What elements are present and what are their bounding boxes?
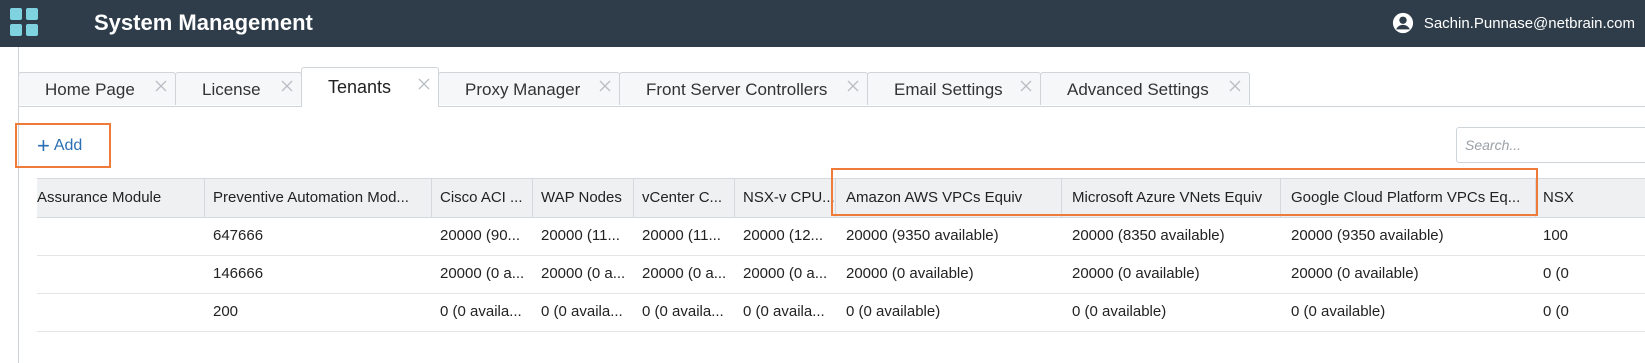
tab-license[interactable]: License bbox=[175, 72, 302, 105]
table-cell: 647666 bbox=[213, 227, 264, 244]
column-header[interactable]: WAP Nodes bbox=[533, 179, 634, 217]
add-button[interactable]: + Add bbox=[15, 123, 111, 168]
column-header[interactable]: Amazon AWS VPCs Equiv bbox=[836, 179, 1062, 217]
table-cell: 0 (0 availa... bbox=[743, 303, 825, 320]
table-cell bbox=[37, 217, 205, 255]
table-cell: 20000 (9350 available) bbox=[846, 227, 999, 244]
table-cell: 20000 (0 available) bbox=[1072, 265, 1200, 282]
user-circle-icon bbox=[1392, 12, 1413, 34]
close-icon[interactable] bbox=[416, 76, 432, 92]
table-cell: 20000 (0 a... bbox=[642, 265, 727, 282]
table-cell: 20000 (0 a... bbox=[743, 265, 828, 282]
plus-icon: + bbox=[37, 132, 50, 158]
user-menu[interactable]: Sachin.Punnase@netbrain.com bbox=[1392, 11, 1635, 35]
table-cell: 0 (0 bbox=[1543, 303, 1569, 320]
close-icon[interactable] bbox=[845, 78, 861, 94]
table-cell: 20000 (0 available) bbox=[1291, 265, 1419, 282]
column-header[interactable]: vCenter C... bbox=[634, 179, 735, 217]
table-cell: 20000 (9350 available) bbox=[1291, 227, 1444, 244]
close-icon[interactable] bbox=[153, 78, 169, 94]
table-cell: 146666 bbox=[213, 265, 264, 282]
tab-label: Home Page bbox=[45, 80, 135, 99]
table-cell: 20000 (0 a... bbox=[440, 265, 525, 282]
table-cell: 20000 (90... bbox=[440, 227, 521, 244]
table-cell: 0 (0 bbox=[1543, 265, 1569, 282]
table-cell: 0 (0 availa... bbox=[642, 303, 724, 320]
search-input[interactable]: Search... bbox=[1456, 127, 1645, 163]
table-cell: 0 (0 available) bbox=[1291, 303, 1386, 320]
user-email: Sachin.Punnase@netbrain.com bbox=[1423, 14, 1635, 32]
column-header[interactable]: Microsoft Azure VNets Equiv bbox=[1062, 179, 1281, 217]
tab-label: Proxy Manager bbox=[465, 80, 581, 99]
close-icon[interactable] bbox=[1227, 78, 1243, 94]
table-cell: 200 bbox=[213, 303, 239, 320]
table-cell: 20000 (12... bbox=[743, 227, 824, 244]
table-cell: 0 (0 available) bbox=[846, 303, 941, 320]
table-header: Assurance Module Preventive Automation M… bbox=[37, 178, 1645, 218]
table-row[interactable]: 647666 20000 (90... 20000 (11... 20000 (… bbox=[37, 217, 1645, 256]
close-icon[interactable] bbox=[1018, 78, 1034, 94]
tab-tenants[interactable]: Tenants bbox=[301, 67, 439, 107]
column-header[interactable]: NSX-v CPU... bbox=[735, 179, 836, 217]
app-title: System Management bbox=[94, 10, 313, 35]
table-row[interactable]: 200 0 (0 availa... 0 (0 availa... 0 (0 a… bbox=[37, 293, 1645, 332]
column-header[interactable]: Assurance Module bbox=[37, 179, 205, 217]
column-header[interactable]: Cisco ACI ... bbox=[432, 179, 533, 217]
tab-divider bbox=[18, 106, 1645, 107]
table-row[interactable]: 146666 20000 (0 a... 20000 (0 a... 20000… bbox=[37, 255, 1645, 294]
table-cell: 0 (0 availa... bbox=[440, 303, 522, 320]
column-header[interactable]: NSX bbox=[1536, 179, 1645, 217]
close-icon[interactable] bbox=[279, 78, 295, 94]
tab-email-settings[interactable]: Email Settings bbox=[867, 72, 1041, 105]
tab-label: Tenants bbox=[328, 77, 392, 97]
tab-advanced-settings[interactable]: Advanced Settings bbox=[1040, 72, 1250, 105]
table-cell: 100 bbox=[1543, 227, 1569, 244]
tab-label: Email Settings bbox=[894, 80, 1003, 99]
table-cell bbox=[37, 293, 205, 331]
table-cell bbox=[37, 255, 205, 293]
tab-home-page[interactable]: Home Page bbox=[18, 72, 176, 105]
table-cell: 20000 (8350 available) bbox=[1072, 227, 1225, 244]
add-button-label: Add bbox=[53, 136, 83, 154]
table-cell: 20000 (0 available) bbox=[846, 265, 974, 282]
table-cell: 0 (0 available) bbox=[1072, 303, 1167, 320]
grid-apps-icon[interactable] bbox=[10, 8, 38, 36]
tab-proxy-manager[interactable]: Proxy Manager bbox=[438, 72, 620, 105]
table-cell: 20000 (11... bbox=[642, 227, 721, 244]
tab-label: Front Server Controllers bbox=[646, 80, 828, 99]
tab-label: Advanced Settings bbox=[1067, 80, 1209, 99]
search-placeholder: Search... bbox=[1465, 137, 1522, 153]
table-cell: 0 (0 availa... bbox=[541, 303, 623, 320]
tab-label: License bbox=[202, 80, 261, 99]
top-bar: System Management Sachin.Punnase@netbrai… bbox=[0, 0, 1645, 47]
tab-front-server-controllers[interactable]: Front Server Controllers bbox=[619, 72, 868, 105]
table-cell: 20000 (11... bbox=[541, 227, 620, 244]
table-cell: 20000 (0 a... bbox=[541, 265, 626, 282]
column-header[interactable]: Google Cloud Platform VPCs Eq... bbox=[1281, 179, 1536, 217]
close-icon[interactable] bbox=[597, 78, 613, 94]
column-header[interactable]: Preventive Automation Mod... bbox=[205, 179, 432, 217]
